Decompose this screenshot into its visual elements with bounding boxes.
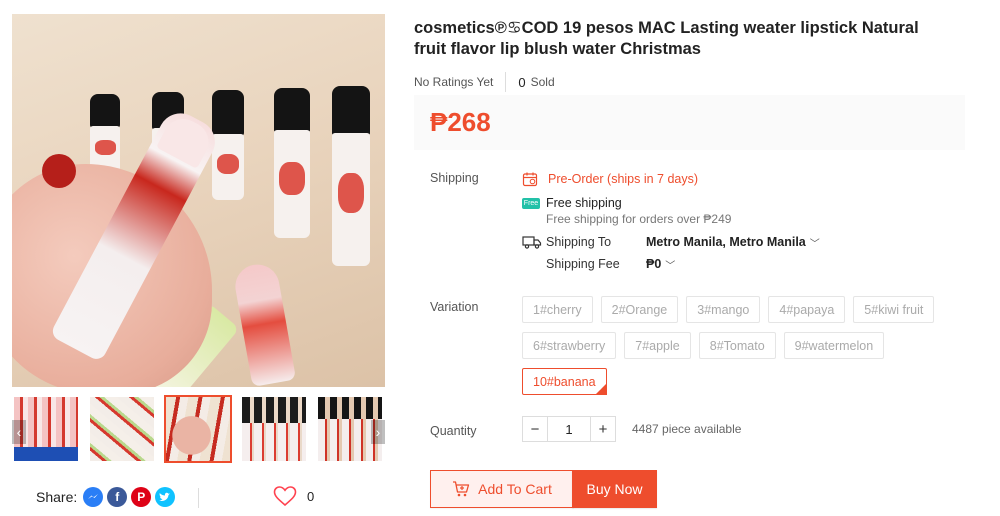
thumbnail[interactable] bbox=[88, 395, 156, 463]
pinterest-icon[interactable]: P bbox=[131, 487, 152, 507]
shipping-to-row[interactable]: Shipping To Metro Manila, Metro Manila ﹀ bbox=[522, 233, 952, 251]
pre-order-line: Pre-Order (ships in 7 days) bbox=[522, 170, 952, 188]
shipping-label: Shipping bbox=[430, 171, 479, 185]
selected-check-icon bbox=[594, 383, 607, 395]
sold-count: 0 bbox=[518, 74, 526, 90]
favorite-button[interactable]: 0 bbox=[273, 486, 314, 506]
free-shipping-subtitle: Free shipping for orders over ₱249 bbox=[546, 212, 732, 226]
free-shipping-icon: Free bbox=[522, 197, 540, 209]
free-shipping-line: Free Free shipping bbox=[522, 194, 952, 212]
quantity-input[interactable]: 1 bbox=[548, 416, 590, 442]
thumbnail-strip: ‹ › bbox=[12, 395, 385, 465]
variation-option[interactable]: 5#kiwi fruit bbox=[853, 296, 935, 323]
shipping-fee-label: Shipping Fee bbox=[546, 257, 620, 271]
add-to-cart-label: Add To Cart bbox=[478, 481, 552, 497]
stock-available: 4487 piece available bbox=[632, 422, 742, 436]
variation-option[interactable]: 1#cherry bbox=[522, 296, 593, 323]
shipping-fee-value[interactable]: ₱0 bbox=[646, 257, 661, 271]
share-label: Share: bbox=[36, 489, 78, 505]
variation-label: Variation bbox=[430, 300, 479, 314]
foreground-tube bbox=[231, 261, 297, 387]
background-tube bbox=[212, 90, 244, 200]
sold-label: Sold bbox=[530, 75, 555, 89]
product-gallery: ‹ › bbox=[12, 14, 385, 463]
share-row: Share: f P bbox=[36, 486, 179, 508]
thumbnail-active[interactable] bbox=[164, 395, 232, 463]
variation-option-label: 10#banana bbox=[533, 374, 596, 389]
rating-sold-row: No Ratings Yet 0 Sold bbox=[414, 72, 974, 92]
background-tube bbox=[274, 88, 310, 238]
variation-options: 1#cherry 2#Orange 3#mango 4#papaya 5#kiw… bbox=[522, 296, 962, 395]
buy-now-button[interactable]: Buy Now bbox=[572, 470, 657, 508]
add-to-cart-button[interactable]: Add To Cart bbox=[430, 470, 574, 508]
variation-option-selected[interactable]: 10#banana bbox=[522, 368, 607, 395]
shipping-section: Pre-Order (ships in 7 days) Free Free sh… bbox=[522, 170, 952, 273]
facebook-icon[interactable]: f bbox=[107, 487, 128, 507]
main-product-image[interactable] bbox=[12, 14, 385, 387]
background-tube bbox=[90, 94, 120, 174]
variation-option[interactable]: 6#strawberry bbox=[522, 332, 617, 359]
calendar-icon bbox=[522, 172, 538, 187]
chevron-down-icon[interactable]: ﹀ bbox=[665, 257, 675, 272]
shipping-to-label: Shipping To bbox=[546, 235, 612, 249]
price-panel: ₱268 bbox=[414, 95, 965, 150]
variation-option[interactable]: 2#Orange bbox=[600, 296, 679, 323]
free-shipping-title: Free shipping bbox=[546, 196, 622, 210]
quantity-stepper: − 1 + 4487 piece available bbox=[522, 416, 741, 442]
product-price: ₱268 bbox=[430, 107, 491, 137]
messenger-icon[interactable] bbox=[83, 487, 104, 507]
cherry-graphic bbox=[42, 154, 76, 188]
share-divider bbox=[198, 488, 199, 508]
pre-order-text: Pre-Order (ships in 7 days) bbox=[548, 172, 699, 186]
truck-icon bbox=[522, 236, 542, 249]
quantity-decrement-button[interactable]: − bbox=[522, 416, 548, 442]
shipping-fee-row[interactable]: Shipping Fee ₱0 ﹀ bbox=[522, 255, 952, 273]
shipping-to-value[interactable]: Metro Manila, Metro Manila bbox=[646, 235, 806, 249]
chevron-down-icon[interactable]: ﹀ bbox=[810, 235, 820, 250]
thumb-prev-arrow[interactable]: ‹ bbox=[12, 420, 26, 444]
product-title: cosmetics℗♋COD 19 pesos MAC Lasting weat… bbox=[414, 19, 919, 58]
variation-option[interactable]: 4#papaya bbox=[768, 296, 846, 323]
thumb-next-arrow[interactable]: › bbox=[371, 420, 385, 444]
background-tube bbox=[332, 86, 370, 266]
thumbnail[interactable] bbox=[240, 395, 308, 463]
favorite-count: 0 bbox=[307, 488, 315, 504]
variation-option[interactable]: 3#mango bbox=[686, 296, 761, 323]
variation-option[interactable]: 8#Tomato bbox=[698, 332, 776, 359]
heart-icon[interactable] bbox=[273, 486, 297, 506]
meta-divider bbox=[505, 72, 507, 92]
ratings-text: No Ratings Yet bbox=[414, 75, 494, 89]
quantity-label: Quantity bbox=[430, 424, 477, 438]
quantity-increment-button[interactable]: + bbox=[590, 416, 616, 442]
variation-option[interactable]: 7#apple bbox=[624, 332, 691, 359]
product-info: cosmetics℗♋COD 19 pesos MAC Lasting weat… bbox=[414, 18, 974, 508]
twitter-icon[interactable] bbox=[155, 487, 176, 507]
cart-icon bbox=[453, 481, 470, 497]
variation-option[interactable]: 9#watermelon bbox=[783, 332, 885, 359]
